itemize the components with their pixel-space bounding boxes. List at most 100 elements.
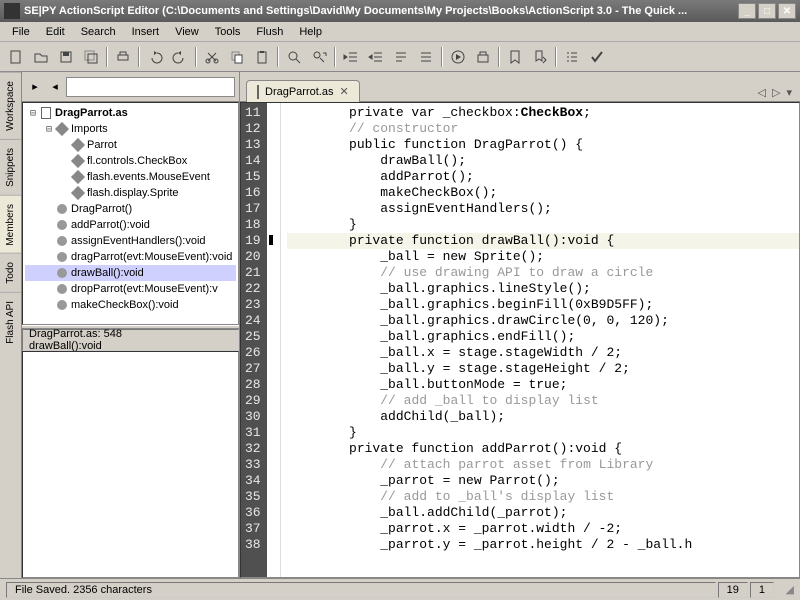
tab-next-icon[interactable]: ▷ (770, 84, 782, 101)
marker-strip (267, 103, 281, 577)
menu-file[interactable]: File (4, 24, 38, 40)
method-icon (55, 234, 69, 248)
undo-button[interactable] (143, 45, 167, 69)
method-icon (55, 202, 69, 216)
tree-item-label: addParrot():void (71, 219, 150, 231)
sidetab-members[interactable]: Members (0, 195, 21, 254)
comment-button[interactable] (389, 45, 413, 69)
tree-item-label: drawBall():void (71, 267, 144, 279)
new-file-button[interactable] (4, 45, 28, 69)
sidetab-todo[interactable]: Todo (0, 253, 21, 292)
find-button[interactable] (282, 45, 306, 69)
member-search-input[interactable] (66, 77, 235, 97)
menu-edit[interactable]: Edit (38, 24, 73, 40)
copy-button[interactable] (225, 45, 249, 69)
file-icon (39, 106, 53, 120)
tab-prev-icon[interactable]: ◁ (756, 84, 768, 101)
tab-list-icon[interactable]: ▾ (784, 84, 794, 101)
side-tabs: WorkspaceSnippetsMembersTodoFlash API (0, 72, 22, 578)
tree-expander-icon[interactable]: ⊟ (27, 108, 39, 119)
filter-icon[interactable]: ◂ (46, 78, 64, 96)
minimize-button[interactable]: _ (738, 3, 756, 19)
detail-panel (22, 351, 239, 578)
maximize-button[interactable]: □ (758, 3, 776, 19)
status-line: 19 (718, 582, 748, 598)
indent-right-button[interactable] (364, 45, 388, 69)
print-button[interactable] (111, 45, 135, 69)
tree-item-label: DragParrot.as (55, 107, 128, 119)
tree-item[interactable]: dragParrot(evt:MouseEvent):void (25, 249, 236, 265)
tree-item[interactable]: assignEventHandlers():void (25, 233, 236, 249)
menu-insert[interactable]: Insert (124, 24, 168, 40)
tab-bar: DragParrot.as ✕ ◁ ▷ ▾ (240, 72, 800, 102)
file-icon (257, 86, 259, 98)
tree-item[interactable]: DragParrot() (25, 201, 236, 217)
tree-item[interactable]: dropParrot(evt:MouseEvent):v (25, 281, 236, 297)
run-button[interactable] (446, 45, 470, 69)
menu-view[interactable]: View (167, 24, 207, 40)
check-button[interactable] (585, 45, 609, 69)
toolbar (0, 42, 800, 72)
code-editor[interactable]: 1112131415161718192021222324252627282930… (240, 102, 800, 578)
build-button[interactable] (471, 45, 495, 69)
save-all-button[interactable] (79, 45, 103, 69)
resize-grip-icon[interactable]: ◢ (776, 583, 794, 596)
tree-item-label: Parrot (87, 139, 117, 151)
menu-help[interactable]: Help (291, 24, 330, 40)
caret-mark (269, 235, 273, 245)
tree-item[interactable]: makeCheckBox():void (25, 297, 236, 313)
tree-item[interactable]: ⊟ DragParrot.as (25, 105, 236, 121)
tree-item[interactable]: ⊟Imports (25, 121, 236, 137)
tree-expander-icon[interactable]: ⊟ (43, 124, 55, 135)
replace-button[interactable] (307, 45, 331, 69)
method-icon (55, 298, 69, 312)
app-icon (4, 3, 20, 19)
tree-item[interactable]: drawBall():void (25, 265, 236, 281)
bookmark-button[interactable] (503, 45, 527, 69)
package-icon (55, 122, 69, 136)
sidetab-flash-api[interactable]: Flash API (0, 292, 21, 352)
sidetab-snippets[interactable]: Snippets (0, 139, 21, 195)
indent-left-button[interactable] (339, 45, 363, 69)
method-icon (55, 250, 69, 264)
method-icon (55, 266, 69, 280)
expand-arrow-icon[interactable]: ▸ (26, 78, 44, 96)
close-button[interactable]: ✕ (778, 3, 796, 19)
menu-search[interactable]: Search (73, 24, 124, 40)
uncomment-button[interactable] (414, 45, 438, 69)
location-info: DragParrot.as: 548 drawBall():void (22, 329, 239, 351)
window-title: SE|PY ActionScript Editor (C:\Documents … (24, 5, 738, 17)
tab-label: DragParrot.as (265, 86, 333, 98)
paste-button[interactable] (250, 45, 274, 69)
tree-item[interactable]: addParrot():void (25, 217, 236, 233)
tab-close-icon[interactable]: ✕ (339, 85, 348, 98)
status-col: 1 (750, 582, 774, 598)
tree-item-label: dragParrot(evt:MouseEvent):void (71, 251, 232, 263)
tree-item-label: dropParrot(evt:MouseEvent):v (71, 283, 218, 295)
tab-dragparrot[interactable]: DragParrot.as ✕ (246, 80, 360, 102)
tree-item-label: makeCheckBox():void (71, 299, 179, 311)
toggle-list-button[interactable] (560, 45, 584, 69)
outline-tree[interactable]: ⊟DragParrot.as⊟ImportsParrotfl.controls.… (22, 102, 239, 325)
tree-item[interactable]: flash.display.Sprite (25, 185, 236, 201)
bookmark-next-button[interactable] (528, 45, 552, 69)
package-icon (71, 154, 85, 168)
redo-button[interactable] (168, 45, 192, 69)
cut-button[interactable] (200, 45, 224, 69)
save-button[interactable] (54, 45, 78, 69)
tree-item[interactable]: Parrot (25, 137, 236, 153)
menu-flush[interactable]: Flush (248, 24, 291, 40)
tree-item-label: assignEventHandlers():void (71, 235, 206, 247)
code-area[interactable]: private var _checkbox:CheckBox; // const… (281, 103, 799, 577)
tree-item[interactable]: fl.controls.CheckBox (25, 153, 236, 169)
tree-item[interactable]: flash.events.MouseEvent (25, 169, 236, 185)
line-gutter: 1112131415161718192021222324252627282930… (241, 103, 267, 577)
left-pane: ▸ ◂ ⊟DragParrot.as⊟ImportsParrotfl.contr… (22, 72, 240, 578)
statusbar: File Saved. 2356 characters 19 1 ◢ (0, 578, 800, 600)
method-icon (55, 282, 69, 296)
titlebar[interactable]: SE|PY ActionScript Editor (C:\Documents … (0, 0, 800, 22)
sidetab-workspace[interactable]: Workspace (0, 72, 21, 139)
open-button[interactable] (29, 45, 53, 69)
menu-tools[interactable]: Tools (207, 24, 249, 40)
package-icon (71, 138, 85, 152)
